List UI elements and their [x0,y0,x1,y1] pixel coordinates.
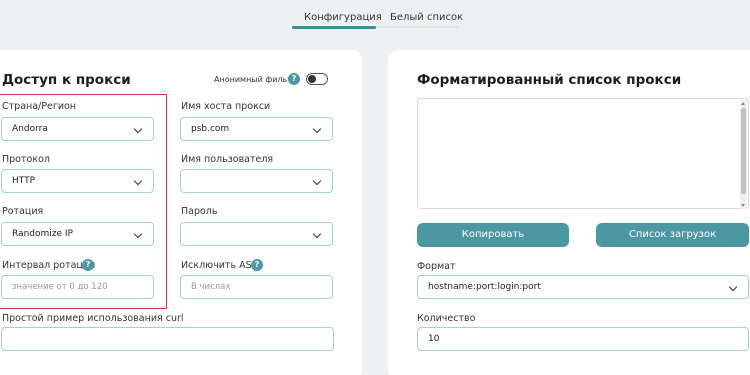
format-label: Формат [417,261,456,272]
exclude-asn-input[interactable]: В числах [180,275,333,299]
chevron-down-icon [728,282,738,292]
tab-configuration[interactable]: Конфигурация [304,12,382,23]
textarea-scrollbar[interactable] [740,100,747,209]
country-select[interactable]: Andorra [1,117,154,141]
curl-example-label: Простой пример использования curl [2,313,184,324]
quantity-label: Количество [417,313,476,324]
top-tabs: Конфигурация Белый список [0,0,750,34]
chevron-down-icon [312,229,322,239]
exclude-asn-label: Исключить ASN [181,260,259,271]
anon-filter-label: Анонимный фильтр [214,75,297,84]
scroll-thumb[interactable] [741,108,746,194]
protocol-label: Протокол [2,154,50,165]
chevron-down-icon [312,124,322,134]
exclude-asn-placeholder: В числах [191,282,231,292]
scroll-up-icon[interactable] [741,102,745,105]
username-label: Имя пользователя [181,154,274,165]
anon-filter-help-icon[interactable]: ? [288,73,300,85]
username-select[interactable] [180,169,333,193]
quantity-input[interactable]: 10 [417,327,749,351]
interval-placeholder: значение от 0 до 120 [12,282,108,292]
format-value: hostname:port:login:port [428,282,541,292]
interval-help-icon[interactable]: ? [82,259,94,271]
country-label: Страна/Регион [2,101,77,112]
country-value: Andorra [12,124,48,134]
chevron-down-icon [133,229,143,239]
interval-input[interactable]: значение от 0 до 120 [1,275,154,299]
rotation-value: Randomize IP [12,229,73,239]
format-select[interactable]: hostname:port:login:port [417,275,749,299]
chevron-down-icon [133,124,143,134]
hostname-select[interactable]: psb.com [180,117,333,141]
copy-button[interactable]: Копировать [417,223,569,247]
hostname-label: Имя хоста прокси [181,101,271,112]
exclude-asn-help-icon[interactable]: ? [251,259,263,271]
password-label: Пароль [181,206,218,217]
rotation-label: Ротация [2,206,44,217]
tab-whitelist[interactable]: Белый список [390,12,463,23]
protocol-value: HTTP [12,176,36,186]
anon-filter-toggle[interactable] [306,73,328,85]
proxy-access-title: Доступ к прокси [2,72,131,88]
rotation-select[interactable]: Randomize IP [1,222,154,246]
protocol-select[interactable]: HTTP [1,169,154,193]
chevron-down-icon [312,176,322,186]
proxy-list-textarea[interactable] [417,98,749,209]
tab-active-indicator [292,26,376,29]
formatted-list-title: Форматированный список прокси [417,72,682,88]
password-select[interactable] [180,222,333,246]
chevron-down-icon [133,176,143,186]
download-list-button[interactable]: Список загрузок [596,223,749,247]
toggle-knob [308,75,316,83]
quantity-value: 10 [428,334,440,344]
curl-example-field[interactable] [1,327,334,351]
hostname-value: psb.com [191,124,230,134]
scroll-down-icon[interactable] [741,204,745,207]
